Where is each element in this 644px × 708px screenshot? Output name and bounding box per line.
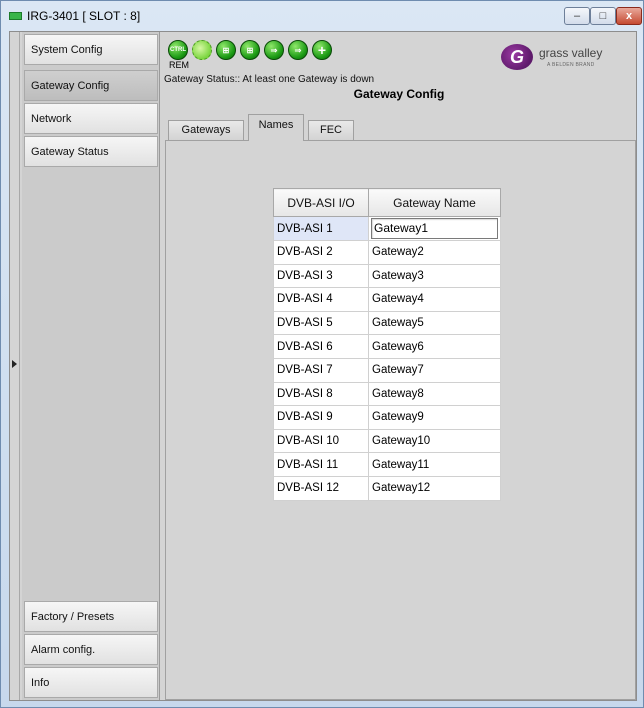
tab-fec[interactable]: FEC <box>308 120 354 140</box>
column-header-gateway-name[interactable]: Gateway Name <box>368 188 501 217</box>
table-row[interactable]: DVB-ASI 5 Gateway5 <box>273 310 501 336</box>
gateway-name-cell[interactable]: Gateway9 <box>368 405 501 430</box>
expand-arrow-icon[interactable] <box>12 360 17 368</box>
table-row[interactable]: DVB-ASI 12 Gateway12 <box>273 475 501 501</box>
gateway-name-cell[interactable]: Gateway7 <box>368 357 501 383</box>
tab-gateways[interactable]: Gateways <box>168 120 244 140</box>
io-cell: DVB-ASI 2 <box>273 240 369 265</box>
add-icon[interactable]: + <box>312 40 332 60</box>
network-icon[interactable]: ⊞ <box>216 40 236 60</box>
title-bar[interactable]: IRG-3401 [ SLOT : 8] – □ x <box>1 1 643 31</box>
gateway-name-cell[interactable]: Gateway6 <box>368 334 501 359</box>
gateway-name-cell[interactable]: Gateway3 <box>368 263 501 289</box>
close-button[interactable]: x <box>616 7 642 25</box>
io-cell: DVB-ASI 10 <box>273 428 369 454</box>
link-icon[interactable] <box>192 40 212 60</box>
gateway-name-cell[interactable]: Gateway11 <box>368 452 501 477</box>
gateway-name-cell[interactable]: Gateway4 <box>368 287 501 312</box>
sidebar-item-network[interactable]: Network <box>24 103 158 134</box>
table-header-row: DVB-ASI I/O Gateway Name <box>273 188 501 217</box>
network-icon-2[interactable]: ⊞ <box>240 40 260 60</box>
io-cell: DVB-ASI 12 <box>273 475 369 501</box>
sidebar-item-info[interactable]: Info <box>24 667 158 698</box>
sidebar-item-gateway-config[interactable]: Gateway Config <box>24 70 158 101</box>
gateway-name-cell[interactable]: Gateway8 <box>368 381 501 407</box>
names-tab-panel: DVB-ASI I/O Gateway Name DVB-ASI 1 Gatew… <box>165 140 636 700</box>
table-row[interactable]: DVB-ASI 4 Gateway4 <box>273 287 501 312</box>
column-header-io[interactable]: DVB-ASI I/O <box>273 188 369 217</box>
arrow-forward-icon-2[interactable]: ⇒ <box>288 40 308 60</box>
io-cell: DVB-ASI 8 <box>273 381 369 407</box>
rem-label: REM <box>169 60 189 70</box>
table-row[interactable]: DVB-ASI 2 Gateway2 <box>273 240 501 265</box>
io-cell: DVB-ASI 11 <box>273 452 369 477</box>
client-area: System Config Gateway Config Network Gat… <box>9 31 637 701</box>
logo-subtext: A BELDEN BRAND <box>547 62 595 68</box>
gateway-name-editor[interactable]: Gateway1 <box>371 218 498 239</box>
logo-text: grass valley <box>539 46 603 60</box>
arrow-forward-icon[interactable]: ⇒ <box>264 40 284 60</box>
table-row[interactable]: DVB-ASI 1 Gateway1 <box>273 216 501 241</box>
table-row[interactable]: DVB-ASI 7 Gateway7 <box>273 357 501 383</box>
app-icon <box>9 12 22 20</box>
gateway-name-cell[interactable]: Gateway5 <box>368 310 501 336</box>
gateway-name-cell[interactable]: Gateway12 <box>368 475 501 501</box>
sidebar-item-factory-presets[interactable]: Factory / Presets <box>24 601 158 632</box>
table-row[interactable]: DVB-ASI 9 Gateway9 <box>273 405 501 430</box>
app-window: IRG-3401 [ SLOT : 8] – □ x System Config… <box>0 0 644 708</box>
minimize-button[interactable]: – <box>564 7 590 25</box>
tab-names[interactable]: Names <box>248 114 304 141</box>
sidebar-item-alarm-config[interactable]: Alarm config. <box>24 634 158 665</box>
gateway-names-table: DVB-ASI I/O Gateway Name DVB-ASI 1 Gatew… <box>273 188 501 501</box>
io-cell: DVB-ASI 5 <box>273 310 369 336</box>
io-cell: DVB-ASI 1 <box>273 216 369 241</box>
io-cell: DVB-ASI 3 <box>273 263 369 289</box>
header: CTRL ⊞ ⊞ ⇒ ⇒ + REM G grass valley A BELD… <box>162 32 636 118</box>
sidebar: System Config Gateway Config Network Gat… <box>22 32 160 700</box>
table-row[interactable]: DVB-ASI 8 Gateway8 <box>273 381 501 407</box>
table-row[interactable]: DVB-ASI 3 Gateway3 <box>273 263 501 289</box>
table-row[interactable]: DVB-ASI 11 Gateway11 <box>273 452 501 477</box>
table-row[interactable]: DVB-ASI 6 Gateway6 <box>273 334 501 359</box>
table-row[interactable]: DVB-ASI 10 Gateway10 <box>273 428 501 454</box>
sidebar-collapse-strip[interactable] <box>10 32 20 700</box>
ctrl-icon[interactable]: CTRL <box>168 40 188 60</box>
sidebar-item-gateway-status[interactable]: Gateway Status <box>24 136 158 167</box>
io-cell: DVB-ASI 4 <box>273 287 369 312</box>
gateway-name-cell[interactable]: Gateway10 <box>368 428 501 454</box>
sidebar-item-system-config[interactable]: System Config <box>24 34 158 65</box>
grass-valley-logo: G grass valley A BELDEN BRAND <box>501 42 633 72</box>
io-cell: DVB-ASI 6 <box>273 334 369 359</box>
io-cell: DVB-ASI 9 <box>273 405 369 430</box>
gateway-status-text: Gateway Status:: At least one Gateway is… <box>164 74 375 85</box>
page-title: Gateway Config <box>353 87 445 101</box>
window-title: IRG-3401 [ SLOT : 8] <box>27 9 141 23</box>
io-cell: DVB-ASI 7 <box>273 357 369 383</box>
gateway-name-cell[interactable]: Gateway1 <box>368 216 501 241</box>
logo-mark-icon: G <box>501 44 533 70</box>
maximize-button[interactable]: □ <box>590 7 616 25</box>
gateway-name-cell[interactable]: Gateway2 <box>368 240 501 265</box>
